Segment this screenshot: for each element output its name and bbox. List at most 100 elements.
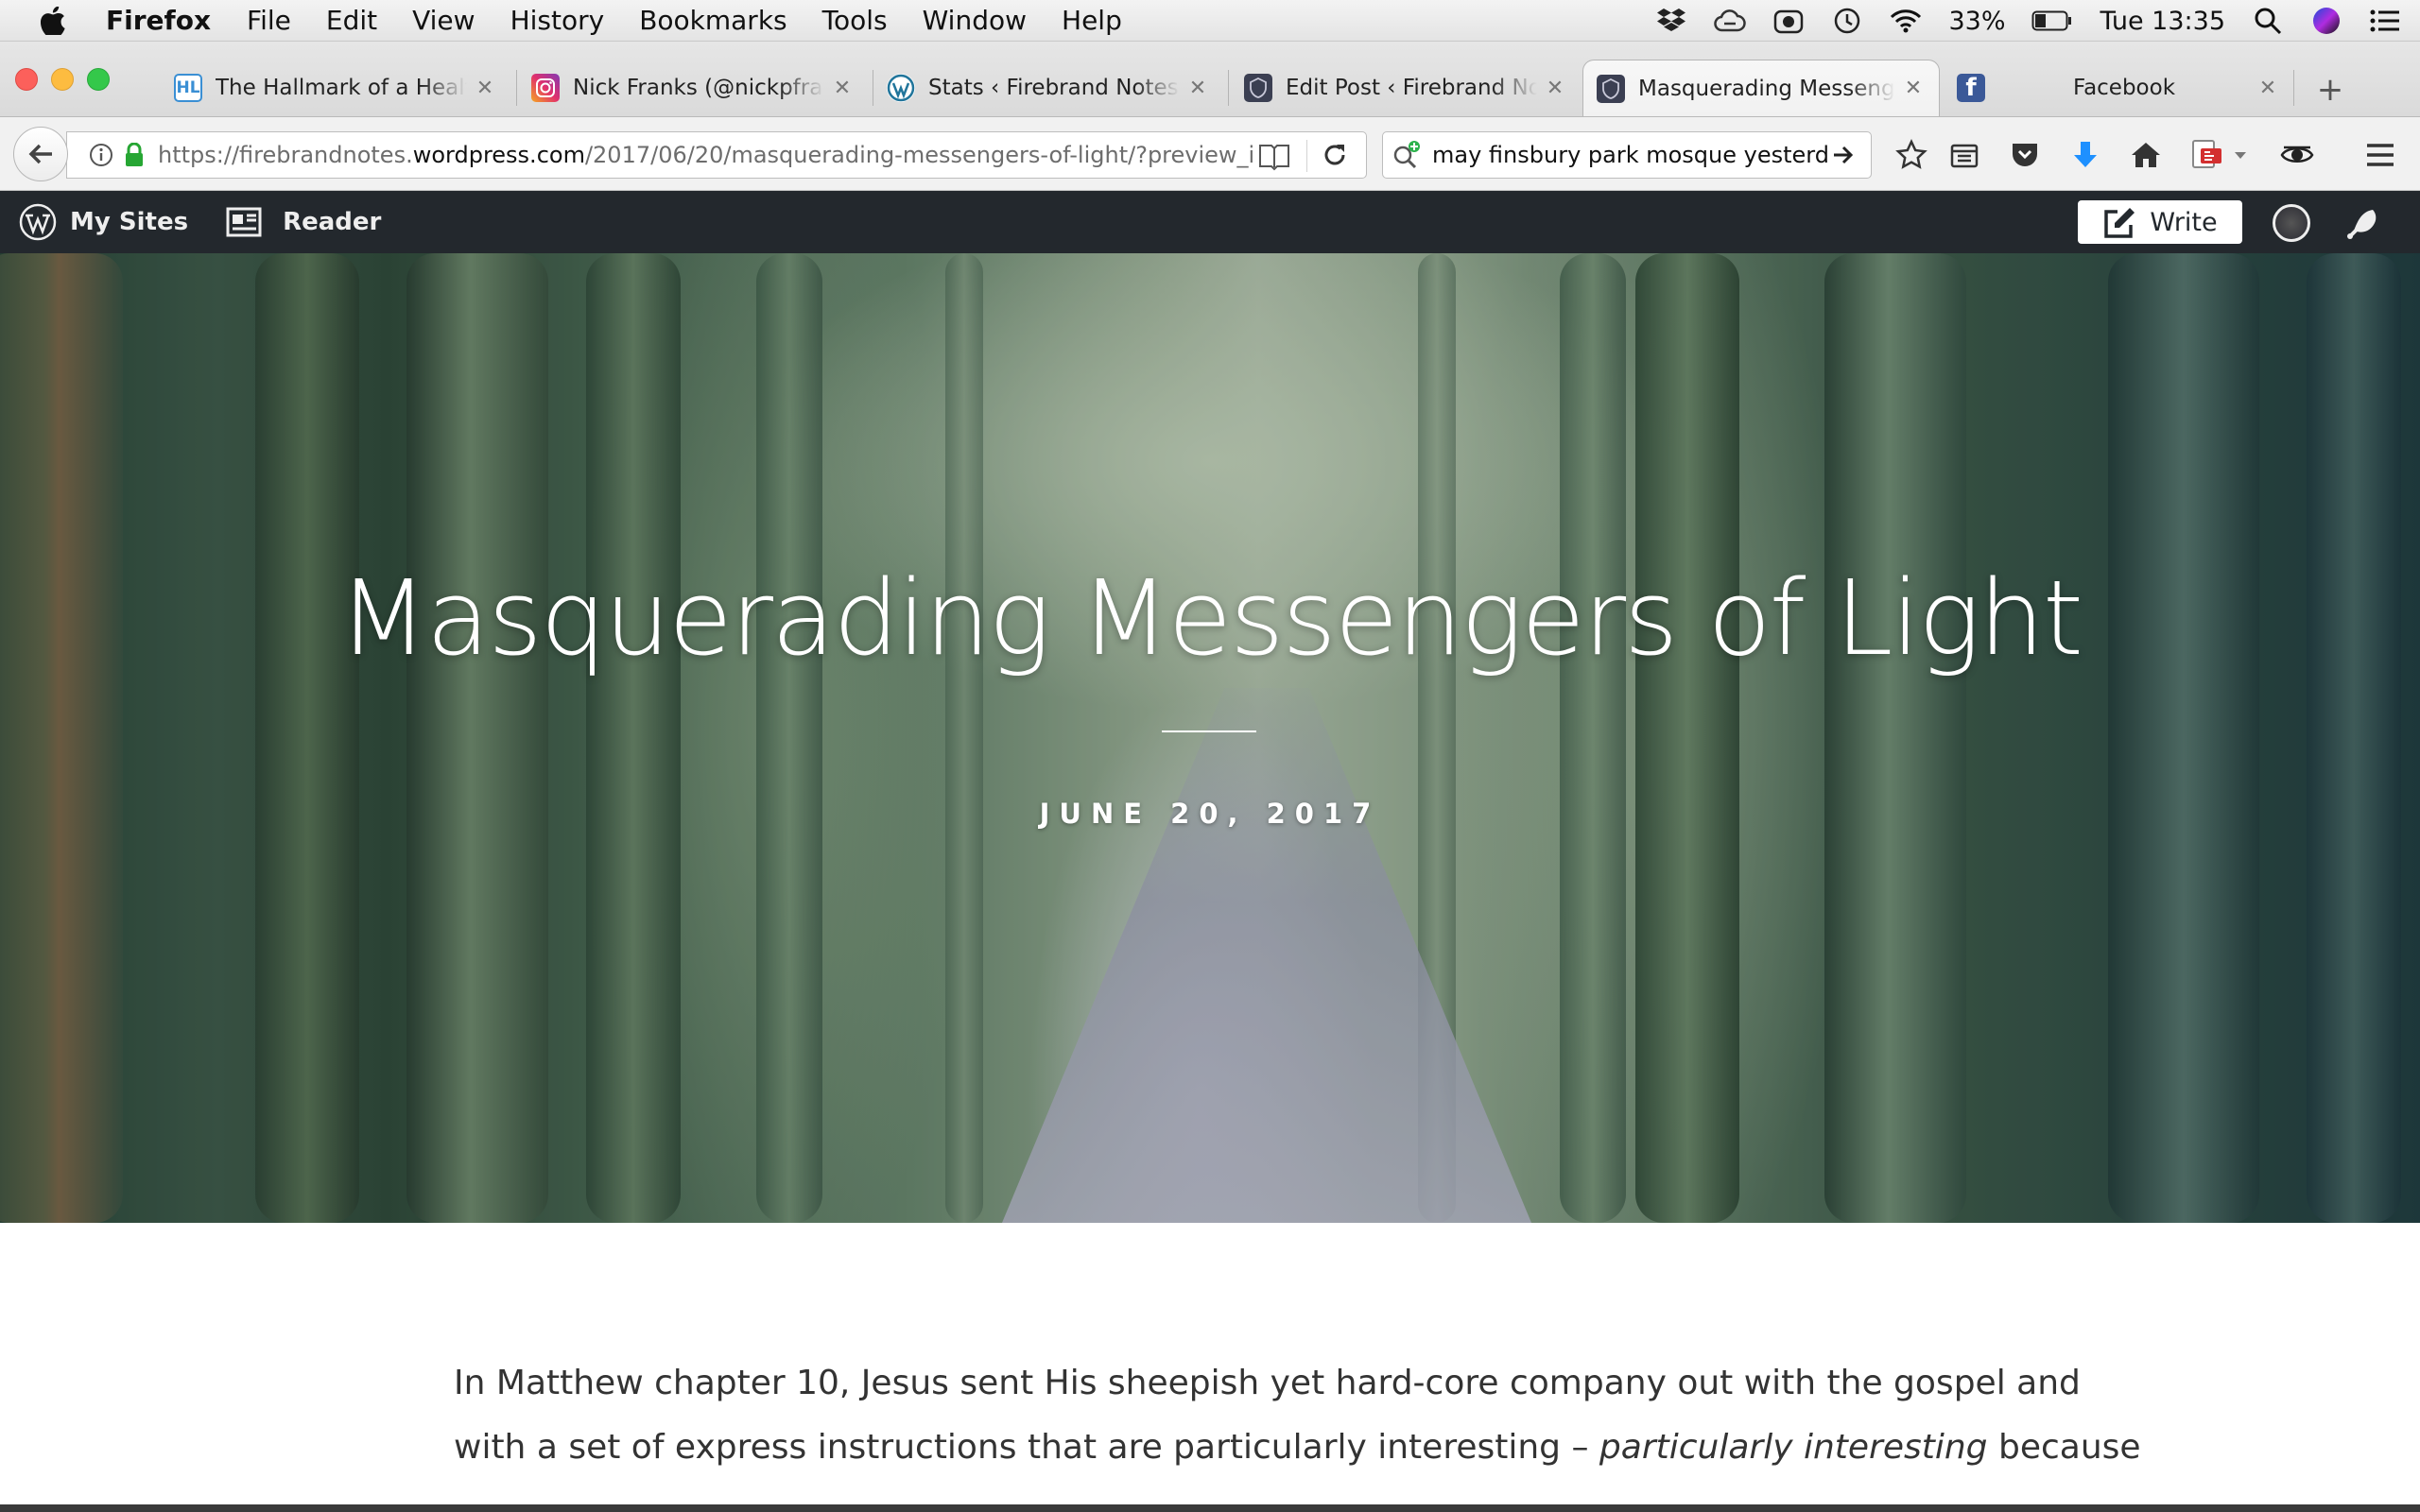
window-minimize-button[interactable]: [51, 68, 74, 91]
tab-separator: [516, 70, 517, 106]
camera-app-icon[interactable]: [1772, 5, 1805, 37]
tab-close-icon[interactable]: ✕: [1901, 77, 1926, 100]
search-go-arrow-icon[interactable]: [1829, 144, 1858, 166]
post-date[interactable]: JUNE 20, 2017: [0, 798, 2420, 830]
title-divider: [1162, 730, 1256, 732]
tab-close-icon[interactable]: ✕: [830, 77, 855, 100]
url-bar-divider: [1306, 140, 1307, 172]
tab-close-icon[interactable]: ✕: [2256, 77, 2280, 100]
url-path: /2017/06/20/masquerading-messengers-of-l…: [584, 142, 1255, 168]
home-icon[interactable]: [2127, 136, 2165, 174]
tab-separator: [1228, 70, 1229, 106]
paragraph-text: with a set of express instructions that …: [454, 1428, 1599, 1467]
post-content: In Matthew chapter 10, Jesus sent His sh…: [454, 1351, 2141, 1480]
menu-tools[interactable]: Tools: [822, 5, 888, 36]
menu-bar-clock[interactable]: Tue 13:35: [2100, 7, 2225, 36]
menu-window[interactable]: Window: [923, 5, 1027, 36]
tab-stats[interactable]: Stats ‹ Firebrand Notes — ✕: [873, 60, 1223, 115]
apple-menu-icon[interactable]: [0, 6, 106, 35]
search-bar[interactable]: may finsbury park mosque yesterday: [1382, 131, 1872, 179]
my-sites-button[interactable]: My Sites: [19, 203, 188, 241]
reader-label: Reader: [283, 208, 382, 236]
post-header-image: Masquerading Messengers of Light JUNE 20…: [0, 253, 2420, 1223]
siri-icon[interactable]: [2310, 5, 2342, 37]
time-machine-icon[interactable]: [1831, 5, 1863, 37]
user-avatar[interactable]: [2273, 204, 2310, 242]
tab-hallmark[interactable]: HL The Hallmark of a Healthy ✕: [161, 60, 510, 115]
reader-view-icon[interactable]: [1258, 141, 1290, 175]
tab-title: Nick Franks (@nickpfrank: [573, 76, 824, 100]
pocket-icon[interactable]: [2006, 136, 2044, 174]
wordpress-icon: [887, 74, 915, 102]
tab-close-icon[interactable]: ✕: [1543, 77, 1567, 100]
menu-bookmarks[interactable]: Bookmarks: [639, 5, 786, 36]
menu-help[interactable]: Help: [1062, 5, 1122, 36]
window-zoom-button[interactable]: [87, 68, 110, 91]
pdf-extension-icon[interactable]: [2187, 136, 2225, 174]
reader-button[interactable]: Reader: [226, 207, 381, 237]
tab-edit-post[interactable]: Edit Post ‹ Firebrand Not ✕: [1231, 60, 1581, 115]
tab-title: Masquerading Messenger: [1638, 76, 1895, 101]
search-input[interactable]: may finsbury park mosque yesterday: [1432, 142, 1829, 168]
wordpress-admin-bar: My Sites Reader Write: [0, 191, 2420, 253]
bookmarks-menu-icon[interactable]: [1945, 136, 1983, 174]
battery-icon[interactable]: [2031, 5, 2073, 37]
compose-pencil-icon: [2104, 208, 2135, 238]
reader-icon: [226, 207, 262, 237]
notifications-bell-icon[interactable]: [2344, 204, 2384, 249]
tab-close-icon[interactable]: ✕: [473, 77, 497, 100]
wifi-icon[interactable]: [1890, 5, 1922, 37]
tab-title: Facebook: [2072, 76, 2176, 100]
spotlight-search-icon[interactable]: [2252, 5, 2284, 37]
url-text[interactable]: https://firebrandnotes.wordpress.com/201…: [158, 142, 1273, 168]
my-sites-label: My Sites: [70, 208, 189, 236]
url-prefix: https://firebrandnotes.: [158, 142, 413, 168]
extension-dropdown-chevron-icon[interactable]: [2229, 136, 2252, 174]
tab-close-icon[interactable]: ✕: [1185, 77, 1210, 100]
wordpress-logo-icon: [19, 203, 57, 241]
cloud-sync-icon[interactable]: [1714, 5, 1747, 37]
tab-facebook[interactable]: f Facebook ✕: [1944, 60, 2293, 115]
bookmark-star-icon[interactable]: [1893, 136, 1930, 174]
site-icon: [1244, 74, 1272, 102]
menu-history[interactable]: History: [510, 5, 605, 36]
hamburger-menu-icon[interactable]: [2361, 136, 2399, 174]
browser-tab-strip: HL The Hallmark of a Healthy ✕ Nick Fran…: [0, 42, 2420, 117]
reload-icon[interactable]: [1321, 141, 1349, 173]
menu-file[interactable]: File: [247, 5, 291, 36]
site-icon: [1597, 74, 1625, 103]
browser-nav-toolbar: https://firebrandnotes.wordpress.com/201…: [0, 117, 2420, 191]
instagram-icon: [531, 74, 560, 102]
emphasis-text: particularly interesting: [1599, 1428, 1988, 1467]
search-engine-icon[interactable]: [1383, 140, 1432, 170]
eye-extension-icon[interactable]: [2278, 136, 2316, 174]
notification-center-icon[interactable]: [2369, 5, 2401, 37]
post-paragraph: In Matthew chapter 10, Jesus sent His sh…: [454, 1351, 2141, 1480]
new-tab-button[interactable]: +: [2314, 71, 2346, 109]
macos-menu-bar: Firefox File Edit View History Bookmarks…: [0, 0, 2420, 42]
url-domain: wordpress.com: [412, 142, 585, 168]
site-info-icon[interactable]: [84, 143, 118, 167]
tab-instagram[interactable]: Nick Franks (@nickpfrank ✕: [518, 60, 868, 115]
back-button[interactable]: [13, 127, 68, 181]
tab-masquerading-messengers[interactable]: Masquerading Messenger ✕: [1582, 60, 1940, 116]
battery-percentage: 33%: [1948, 6, 2006, 36]
window-controls: [15, 68, 110, 91]
downloads-icon[interactable]: [2066, 136, 2104, 174]
menu-bar-status-area: 33% Tue 13:35: [1655, 0, 2401, 42]
paragraph-line: In Matthew chapter 10, Jesus sent His sh…: [454, 1364, 2081, 1402]
secure-lock-icon: [120, 143, 148, 167]
tab-title: Edit Post ‹ Firebrand Not: [1286, 76, 1537, 100]
tab-separator: [2293, 70, 2294, 106]
window-bottom-edge: [0, 1504, 2420, 1512]
menu-edit[interactable]: Edit: [326, 5, 377, 36]
window-close-button[interactable]: [15, 68, 38, 91]
tab-title: Stats ‹ Firebrand Notes —: [928, 76, 1180, 100]
dropbox-icon[interactable]: [1655, 5, 1687, 37]
write-label: Write: [2150, 207, 2218, 237]
write-button[interactable]: Write: [2078, 200, 2242, 244]
url-bar[interactable]: https://firebrandnotes.wordpress.com/201…: [66, 131, 1367, 179]
menu-view[interactable]: View: [412, 5, 475, 36]
tab-title: The Hallmark of a Healthy: [216, 76, 467, 100]
menu-app-firefox[interactable]: Firefox: [106, 5, 211, 36]
